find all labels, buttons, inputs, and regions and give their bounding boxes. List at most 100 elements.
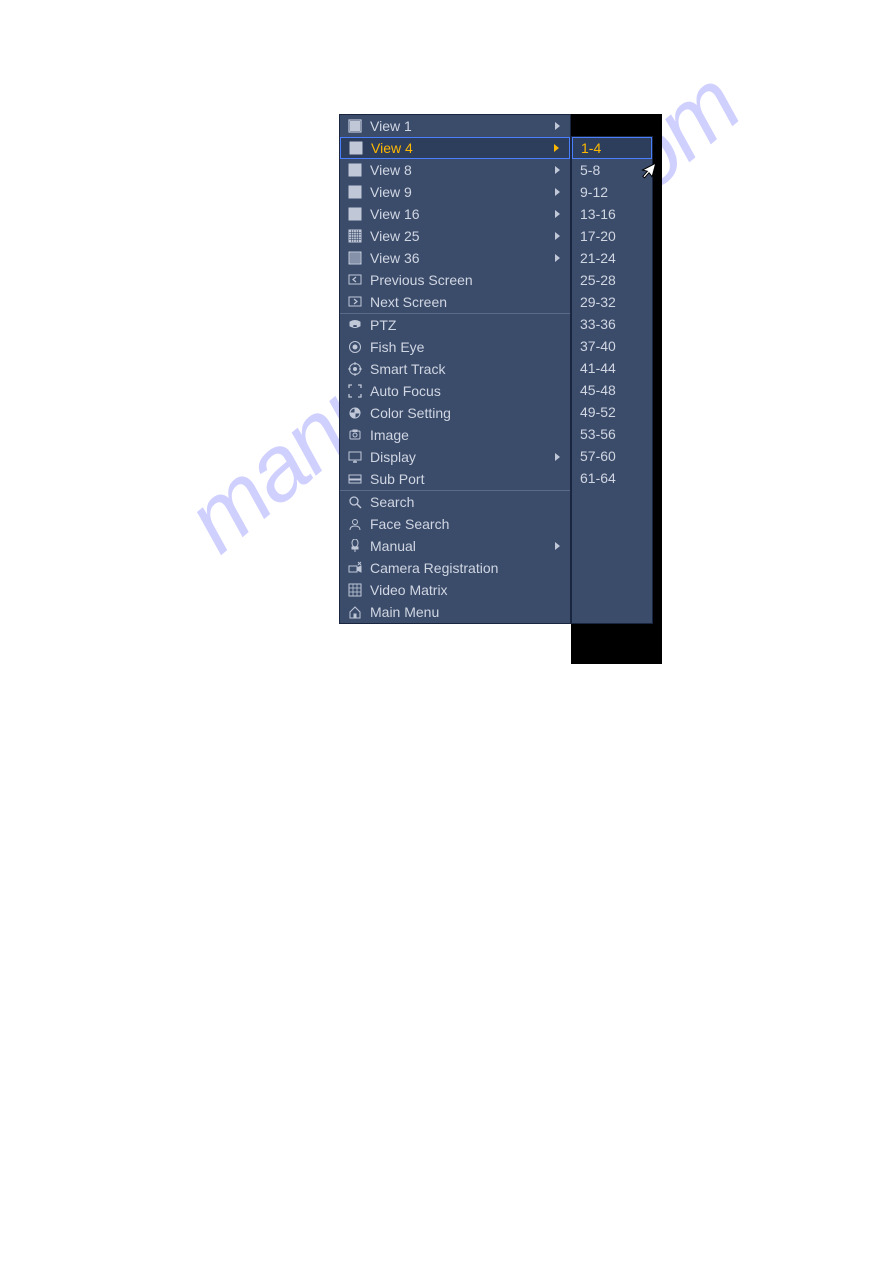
submenu-item-57-60[interactable]: 57-60 bbox=[572, 445, 652, 467]
auto-focus-icon bbox=[348, 384, 362, 398]
submenu-item-label: 29-32 bbox=[580, 294, 616, 310]
main-menu-icon bbox=[348, 605, 362, 619]
submenu-item-label: 17-20 bbox=[580, 228, 616, 244]
menu-item-label: Main Menu bbox=[370, 604, 562, 620]
menu-item-view-4[interactable]: View 4 bbox=[340, 137, 570, 159]
menu-item-label: Face Search bbox=[370, 516, 562, 532]
menu-item-search[interactable]: Search bbox=[340, 491, 570, 513]
menu-item-label: Camera Registration bbox=[370, 560, 562, 576]
menu-item-display[interactable]: Display bbox=[340, 446, 570, 468]
face-search-icon bbox=[348, 517, 362, 531]
video-matrix-icon bbox=[348, 583, 362, 597]
submenu-arrow-icon bbox=[555, 210, 560, 218]
display-icon bbox=[348, 450, 362, 464]
submenu-item-label: 13-16 bbox=[580, 206, 616, 222]
menu-item-next-screen[interactable]: Next Screen bbox=[340, 291, 570, 313]
menu-item-label: Fish Eye bbox=[370, 339, 562, 355]
search-icon bbox=[348, 495, 362, 509]
ptz-icon bbox=[348, 318, 362, 332]
menu-item-manual[interactable]: Manual bbox=[340, 535, 570, 557]
image-icon bbox=[348, 428, 362, 442]
next-screen-icon bbox=[348, 295, 362, 309]
submenu-arrow-icon bbox=[555, 453, 560, 461]
submenu-item-label: 37-40 bbox=[580, 338, 616, 354]
context-menu: View 1 View 4 View 8 View 9 View 16 View 25 Vi… bbox=[339, 114, 571, 624]
menu-item-fish-eye[interactable]: Fish Eye bbox=[340, 336, 570, 358]
menu-item-view-25[interactable]: View 25 bbox=[340, 225, 570, 247]
submenu-item-17-20[interactable]: 17-20 bbox=[572, 225, 652, 247]
prev-screen-icon bbox=[348, 273, 362, 287]
menu-item-label: Video Matrix bbox=[370, 582, 562, 598]
submenu-item-label: 57-60 bbox=[580, 448, 616, 464]
submenu-item-13-16[interactable]: 13-16 bbox=[572, 203, 652, 225]
submenu-arrow-icon bbox=[555, 254, 560, 262]
submenu-item-label: 45-48 bbox=[580, 382, 616, 398]
submenu-item-49-52[interactable]: 49-52 bbox=[572, 401, 652, 423]
submenu-item-label: 9-12 bbox=[580, 184, 608, 200]
menu-item-label: View 36 bbox=[370, 250, 547, 266]
menu-item-label: Next Screen bbox=[370, 294, 562, 310]
menu-item-view-1[interactable]: View 1 bbox=[340, 115, 570, 137]
menu-item-label: Smart Track bbox=[370, 361, 562, 377]
menu-item-label: View 8 bbox=[370, 162, 547, 178]
menu-item-label: Sub Port bbox=[370, 471, 562, 487]
submenu-item-33-36[interactable]: 33-36 bbox=[572, 313, 652, 335]
view16-icon bbox=[348, 207, 362, 221]
menu-item-image[interactable]: Image bbox=[340, 424, 570, 446]
submenu-item-45-48[interactable]: 45-48 bbox=[572, 379, 652, 401]
view9-icon bbox=[348, 185, 362, 199]
submenu-item-25-28[interactable]: 25-28 bbox=[572, 269, 652, 291]
menu-item-label: View 16 bbox=[370, 206, 547, 222]
submenu-arrow-icon bbox=[555, 232, 560, 240]
submenu-item-61-64[interactable]: 61-64 bbox=[572, 467, 652, 489]
menu-section: PTZ Fish Eye Smart Track Auto Focus Color Se… bbox=[340, 314, 570, 491]
submenu-item-21-24[interactable]: 21-24 bbox=[572, 247, 652, 269]
submenu-item-label: 5-8 bbox=[580, 162, 600, 178]
menu-item-view-8[interactable]: View 8 bbox=[340, 159, 570, 181]
menu-item-previous-screen[interactable]: Previous Screen bbox=[340, 269, 570, 291]
view1-icon bbox=[348, 119, 362, 133]
menu-item-sub-port[interactable]: Sub Port bbox=[340, 468, 570, 490]
menu-item-auto-focus[interactable]: Auto Focus bbox=[340, 380, 570, 402]
menu-item-label: View 1 bbox=[370, 118, 547, 134]
menu-item-face-search[interactable]: Face Search bbox=[340, 513, 570, 535]
menu-item-video-matrix[interactable]: Video Matrix bbox=[340, 579, 570, 601]
submenu-item-label: 1-4 bbox=[581, 140, 601, 156]
menu-item-view-9[interactable]: View 9 bbox=[340, 181, 570, 203]
submenu-arrow-icon bbox=[555, 542, 560, 550]
menu-item-smart-track[interactable]: Smart Track bbox=[340, 358, 570, 380]
submenu-item-53-56[interactable]: 53-56 bbox=[572, 423, 652, 445]
menu-item-view-36[interactable]: View 36 bbox=[340, 247, 570, 269]
submenu-item-label: 21-24 bbox=[580, 250, 616, 266]
sub-port-icon bbox=[348, 472, 362, 486]
view8-icon bbox=[348, 163, 362, 177]
submenu-item-label: 61-64 bbox=[580, 470, 616, 486]
manual-icon bbox=[348, 539, 362, 553]
menu-item-main-menu[interactable]: Main Menu bbox=[340, 601, 570, 623]
submenu-item-1-4[interactable]: 1-4 bbox=[572, 137, 652, 159]
menu-item-label: Image bbox=[370, 427, 562, 443]
menu-item-color-setting[interactable]: Color Setting bbox=[340, 402, 570, 424]
submenu-arrow-icon bbox=[555, 166, 560, 174]
menu-item-label: Previous Screen bbox=[370, 272, 562, 288]
menu-item-label: View 4 bbox=[371, 140, 546, 156]
menu-item-camera-registration[interactable]: Camera Registration bbox=[340, 557, 570, 579]
submenu-item-41-44[interactable]: 41-44 bbox=[572, 357, 652, 379]
camera-reg-icon bbox=[348, 561, 362, 575]
menu-item-label: Display bbox=[370, 449, 547, 465]
view36-icon bbox=[348, 251, 362, 265]
context-menu-container: View 1 View 4 View 8 View 9 View 16 View 25 Vi… bbox=[339, 114, 653, 624]
color-setting-icon bbox=[348, 406, 362, 420]
menu-item-view-16[interactable]: View 16 bbox=[340, 203, 570, 225]
submenu-item-9-12[interactable]: 9-12 bbox=[572, 181, 652, 203]
submenu-item-37-40[interactable]: 37-40 bbox=[572, 335, 652, 357]
submenu-item-label: 25-28 bbox=[580, 272, 616, 288]
submenu-item-29-32[interactable]: 29-32 bbox=[572, 291, 652, 313]
menu-item-label: Search bbox=[370, 494, 562, 510]
menu-item-ptz[interactable]: PTZ bbox=[340, 314, 570, 336]
submenu-item-label: 53-56 bbox=[580, 426, 616, 442]
submenu-arrow-icon bbox=[554, 144, 559, 152]
menu-section: View 1 View 4 View 8 View 9 View 16 View 25 Vi… bbox=[340, 115, 570, 314]
submenu-item-label: 33-36 bbox=[580, 316, 616, 332]
menu-item-label: Auto Focus bbox=[370, 383, 562, 399]
